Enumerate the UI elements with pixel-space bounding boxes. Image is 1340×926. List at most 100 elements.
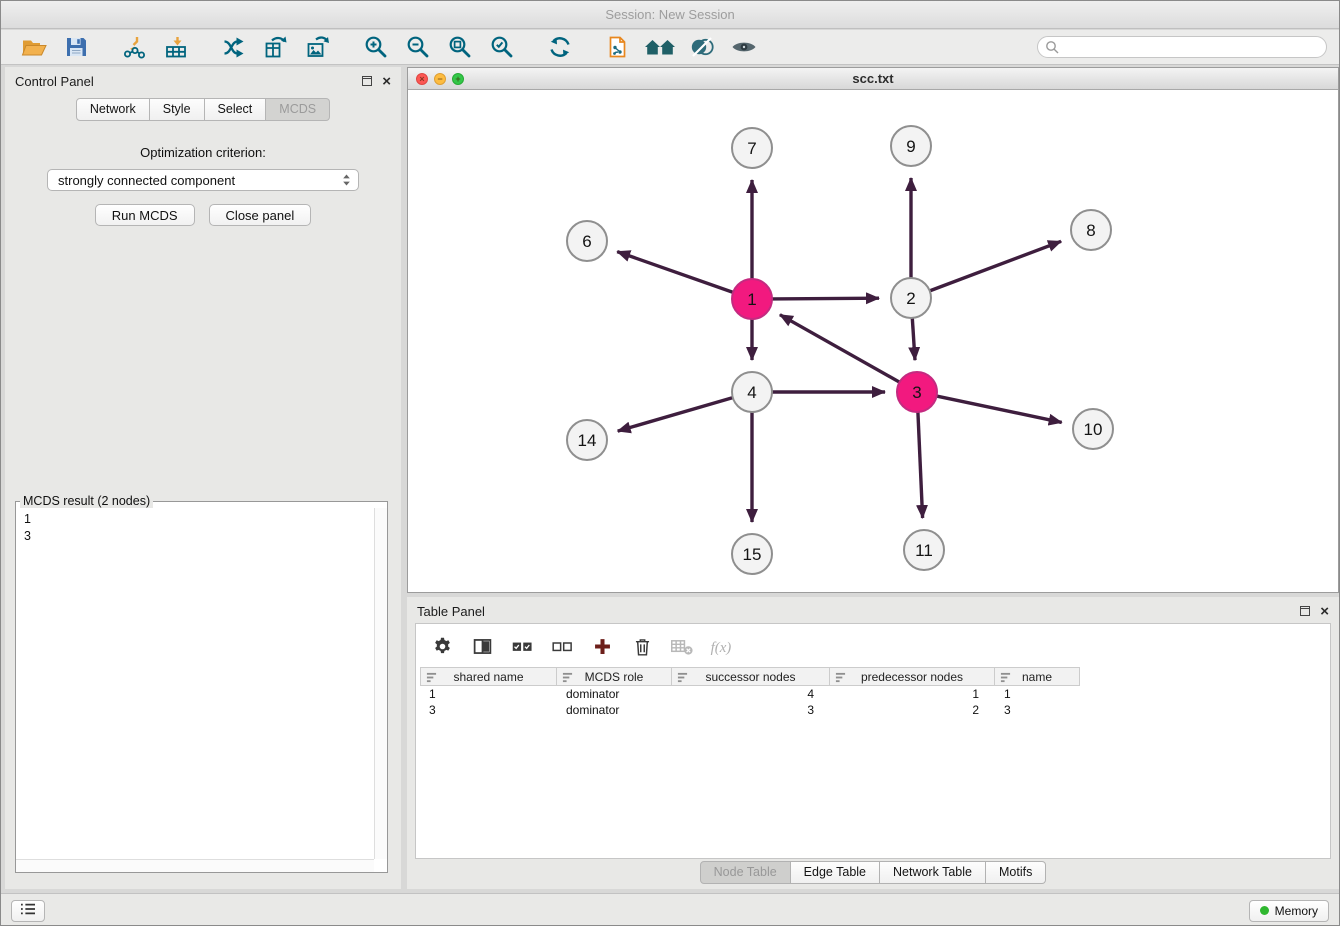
close-window-button[interactable]: ×	[416, 73, 428, 85]
graph-edge-3-1[interactable]	[780, 315, 900, 383]
table-cell[interactable]: 2	[830, 703, 995, 717]
delete-table-icon	[666, 632, 698, 660]
graph-node-label: 10	[1084, 420, 1103, 439]
table-panel: Table Panel × f(x) shared nameMCDS roles…	[407, 597, 1339, 889]
zoom-out-icon[interactable]	[397, 32, 439, 62]
table-toolbar: f(x)	[416, 624, 1330, 667]
memory-button[interactable]: Memory	[1249, 900, 1329, 922]
mcds-result-item: 1	[24, 511, 379, 528]
table-cell[interactable]: 1	[995, 687, 1080, 701]
select-all-columns-icon[interactable]	[506, 632, 538, 660]
tab-network[interactable]: Network	[76, 98, 150, 121]
zoom-fit-icon[interactable]	[439, 32, 481, 62]
export-document-icon[interactable]	[597, 32, 639, 62]
close-panel-icon[interactable]: ×	[1320, 604, 1329, 619]
graph-edge-3-11[interactable]	[918, 412, 923, 518]
table-row[interactable]: 3dominator323	[420, 702, 1330, 718]
table-cell[interactable]: dominator	[557, 703, 672, 717]
graph-node-label: 11	[915, 541, 933, 560]
table-cell[interactable]: 3	[420, 703, 557, 717]
criterion-value: strongly connected component	[58, 173, 235, 188]
delete-columns-icon[interactable]	[626, 632, 658, 660]
criterion-dropdown[interactable]: strongly connected component	[47, 169, 359, 191]
deselect-all-columns-icon[interactable]	[546, 632, 578, 660]
tab-edge-table[interactable]: Edge Table	[791, 861, 880, 884]
minimize-window-button[interactable]: −	[434, 73, 446, 85]
graph-edge-2-8[interactable]	[930, 241, 1061, 291]
tab-select[interactable]: Select	[205, 98, 267, 121]
toggle-columns-icon[interactable]	[466, 632, 498, 660]
close-panel-icon[interactable]: ×	[382, 74, 391, 89]
tab-mcds[interactable]: MCDS	[266, 98, 330, 121]
control-panel-tabs: NetworkStyleSelectMCDS	[5, 98, 401, 121]
function-builder-icon: f(x)	[706, 632, 738, 660]
tab-motifs[interactable]: Motifs	[986, 861, 1046, 884]
dropdown-arrows-icon	[341, 173, 352, 187]
column-header-mcds-role[interactable]: MCDS role	[557, 667, 672, 686]
graph-edge-1-6[interactable]	[617, 252, 733, 293]
window-title: Session: New Session	[605, 7, 734, 22]
graph-edge-1-2[interactable]	[772, 298, 879, 299]
traffic-lights: × − +	[416, 68, 464, 90]
open-session-icon[interactable]	[13, 32, 55, 62]
optimization-criterion-label: Optimization criterion:	[5, 145, 401, 160]
close-panel-button[interactable]: Close panel	[209, 204, 312, 226]
save-session-icon[interactable]	[55, 32, 97, 62]
column-header-name[interactable]: name	[995, 667, 1080, 686]
table-settings-icon[interactable]	[426, 632, 458, 660]
table-cell[interactable]: 1	[830, 687, 995, 701]
table-panel-body: f(x) shared nameMCDS rolesuccessor nodes…	[415, 623, 1331, 859]
table-cell[interactable]: 3	[995, 703, 1080, 717]
column-header-shared-name[interactable]: shared name	[420, 667, 557, 686]
new-network-icon[interactable]	[213, 32, 255, 62]
export-image-icon[interactable]	[297, 32, 339, 62]
graph-node-label: 8	[1086, 221, 1095, 240]
table-cell[interactable]: 4	[672, 687, 830, 701]
control-panel: Control Panel × NetworkStyleSelectMCDS O…	[5, 67, 401, 889]
show-graphics-icon[interactable]	[723, 32, 765, 62]
clone-network-icon[interactable]	[255, 32, 297, 62]
window-titlebar: Session: New Session	[1, 1, 1339, 29]
refresh-layout-icon[interactable]	[539, 32, 581, 62]
status-menu-button[interactable]	[11, 900, 45, 922]
search-input[interactable]	[1037, 36, 1327, 58]
tab-style[interactable]: Style	[150, 98, 205, 121]
table-body: 1dominator4113dominator323	[420, 686, 1330, 718]
column-label: name	[1022, 670, 1052, 684]
svg-text:f(x): f(x)	[711, 639, 732, 655]
result-horizontal-scrollbar[interactable]	[16, 859, 374, 872]
home-icon[interactable]	[639, 32, 681, 62]
float-panel-icon[interactable]	[362, 76, 372, 86]
column-header-predecessor-nodes[interactable]: predecessor nodes	[830, 667, 995, 686]
zoom-in-icon[interactable]	[355, 32, 397, 62]
main-toolbar	[1, 30, 1339, 65]
result-vertical-scrollbar[interactable]	[374, 508, 387, 859]
zoom-selected-icon[interactable]	[481, 32, 523, 62]
application-window: Session: New Session Control Panel × Net…	[0, 0, 1340, 926]
table-cell[interactable]: dominator	[557, 687, 672, 701]
float-panel-icon[interactable]	[1300, 606, 1310, 616]
control-panel-title: Control Panel	[15, 74, 94, 89]
import-network-icon[interactable]	[113, 32, 155, 62]
mcds-buttons-row: Run MCDS Close panel	[5, 204, 401, 226]
style-icon[interactable]	[681, 32, 723, 62]
graph-node-label: 15	[743, 545, 762, 564]
network-canvas[interactable]: 7968124314101511	[408, 90, 1340, 593]
table-panel-title: Table Panel	[417, 604, 485, 619]
tab-network-table[interactable]: Network Table	[880, 861, 986, 884]
graph-node-label: 1	[747, 290, 756, 309]
graph-edge-3-10[interactable]	[937, 396, 1062, 422]
table-cell[interactable]: 3	[672, 703, 830, 717]
column-header-successor-nodes[interactable]: successor nodes	[672, 667, 830, 686]
table-row[interactable]: 1dominator411	[420, 686, 1330, 702]
import-table-icon[interactable]	[155, 32, 197, 62]
table-cell[interactable]: 1	[420, 687, 557, 701]
search-box[interactable]	[1037, 36, 1327, 58]
column-label: predecessor nodes	[861, 670, 963, 684]
graph-edge-2-3[interactable]	[912, 318, 915, 360]
zoom-window-button[interactable]: +	[452, 73, 464, 85]
tab-node-table[interactable]: Node Table	[700, 861, 791, 884]
run-mcds-button[interactable]: Run MCDS	[95, 204, 195, 226]
add-column-icon[interactable]	[586, 632, 618, 660]
graph-edge-4-14[interactable]	[618, 398, 733, 432]
